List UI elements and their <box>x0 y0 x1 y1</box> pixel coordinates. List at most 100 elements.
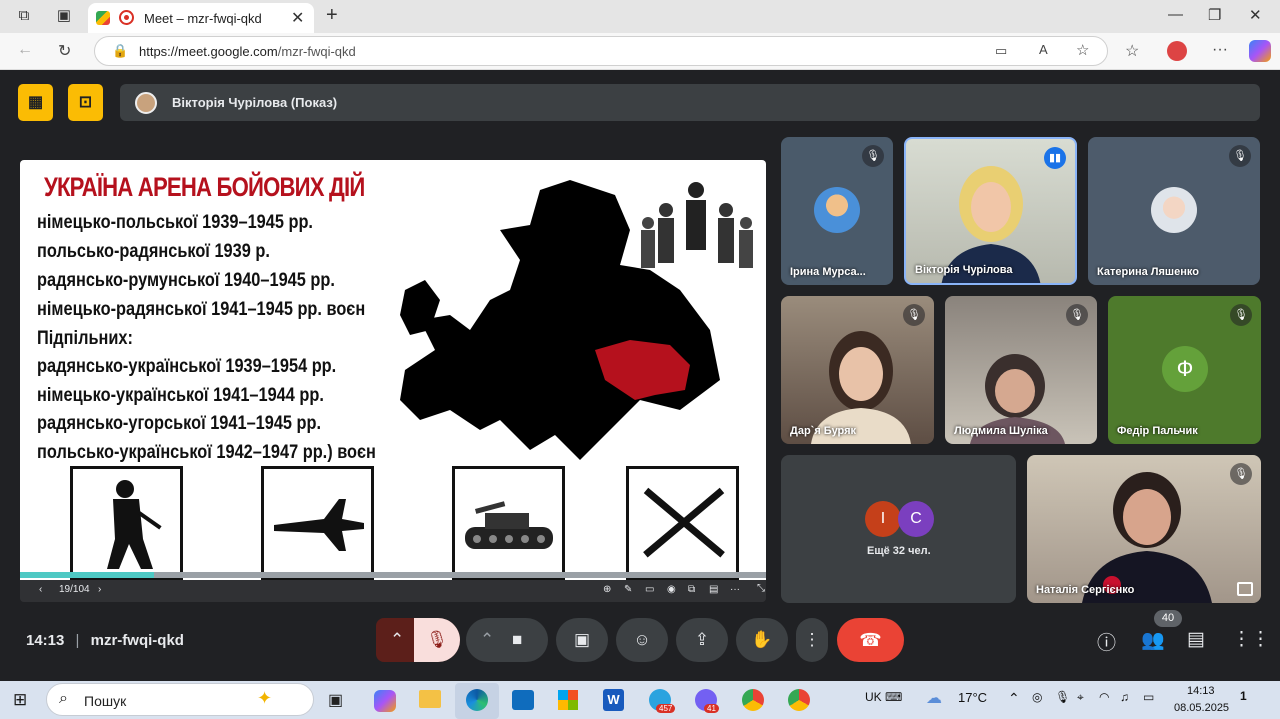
reactions-button[interactable]: ☺ <box>616 618 668 662</box>
mic-off-icon[interactable]: 🎙 <box>414 618 460 662</box>
profile-icon[interactable] <box>1167 41 1187 61</box>
file-explorer-icon[interactable] <box>419 690 441 708</box>
mic-off-icon: 🎙 <box>862 145 884 167</box>
people-icon[interactable]: 👥 <box>1141 628 1165 652</box>
viber-badge: 41 <box>704 704 719 713</box>
text-icon[interactable]: ▤ <box>709 584 718 595</box>
chrome-icon[interactable] <box>742 689 764 711</box>
battery-icon[interactable]: ▭ <box>1143 690 1154 704</box>
hide-presentation-button[interactable]: ▦ <box>18 84 53 121</box>
lock-icon[interactable]: 🔒 <box>112 43 128 59</box>
language-indicator[interactable]: UK <box>865 690 882 704</box>
edge-icon[interactable] <box>466 689 488 711</box>
tray-expand-icon[interactable]: ⌃ <box>1008 690 1020 707</box>
mic-off-icon: 🎙 <box>903 304 925 326</box>
layout-button[interactable]: ⊡ <box>68 84 103 121</box>
participant-video <box>1082 472 1212 603</box>
audio-options-button[interactable]: ⌃ 🎙 <box>376 618 460 662</box>
slide-progress-fill <box>20 572 155 578</box>
back-icon[interactable]: ← <box>17 41 33 59</box>
exit-fullscreen-icon[interactable]: ⤡ <box>757 583 765 594</box>
reload-icon[interactable]: ↻ <box>58 41 71 61</box>
avatar: С <box>898 501 934 537</box>
taskbar-date[interactable]: 08.05.2025 <box>1174 702 1229 714</box>
raise-hand-button[interactable]: ✋ <box>736 618 788 662</box>
keyboard-icon[interactable]: ⌨ <box>885 690 902 704</box>
next-slide-icon[interactable]: › <box>98 584 101 595</box>
tank-picture <box>452 466 565 580</box>
presenter-bar: Вікторія Чурілова (Показ) <box>120 84 1260 121</box>
participant-tile-3[interactable]: 🎙 Катерина Ляшенко <box>1088 137 1260 285</box>
present-button[interactable]: ⇪ <box>676 618 728 662</box>
others-count: Ещё 32 чел. <box>867 545 931 557</box>
zoom-icon[interactable]: ⊕ <box>603 584 611 595</box>
workspaces-icon[interactable]: ⧉ <box>15 7 33 25</box>
camera-options-button[interactable]: ⌃ ■ <box>466 618 548 662</box>
task-view-icon[interactable]: ▣ <box>328 690 343 710</box>
favorites-icon[interactable]: ☆ <box>1125 41 1139 61</box>
copy-icon[interactable]: ⧉ <box>688 584 695 595</box>
weather-temp[interactable]: 17°C <box>958 690 987 705</box>
slide-progress-bar <box>20 572 766 578</box>
participant-name: Вікторія Чурілова <box>915 264 1013 276</box>
video-icon[interactable]: ▭ <box>995 43 1007 59</box>
more-options-icon[interactable]: ··· <box>730 584 740 595</box>
more-icon[interactable]: ··· <box>1212 41 1228 59</box>
slide-controls: ‹ 19/104 › ⊕ ✎ ▭ ◉ ⧉ ▤ ··· ⤡ <box>20 580 766 602</box>
more-vert-icon: ⋮ <box>803 630 821 649</box>
notification-count[interactable]: 1 <box>1240 689 1247 703</box>
store-icon[interactable] <box>558 690 578 710</box>
pen-icon[interactable]: ✎ <box>624 584 632 595</box>
word-icon[interactable]: W <box>603 689 624 711</box>
copilot-taskbar-icon[interactable] <box>374 690 396 712</box>
volume-icon[interactable]: ♫ <box>1120 690 1129 704</box>
minimize-icon[interactable]: — <box>1168 6 1183 23</box>
camera-icon[interactable]: ■ <box>512 618 522 662</box>
more-options-button[interactable]: ⋮ <box>796 618 828 662</box>
participant-tile-1[interactable]: 🎙 Ірина Мурса... <box>781 137 893 285</box>
window-close-icon[interactable]: ✕ <box>1249 6 1262 24</box>
outlook-icon[interactable] <box>512 690 534 710</box>
chevron-up-icon[interactable]: ⌃ <box>390 618 404 662</box>
activities-icon[interactable]: ⋮⋮ <box>1232 628 1270 651</box>
hand-icon: ✋ <box>751 630 773 649</box>
wifi-icon[interactable]: ◠ <box>1099 690 1109 704</box>
chrome-icon-2[interactable] <box>788 689 810 711</box>
mic-tray-icon[interactable]: 🎙 <box>1055 690 1070 704</box>
taskbar-time[interactable]: 14:13 <box>1187 685 1215 697</box>
captions-icon[interactable]: ▭ <box>645 584 654 595</box>
participant-tile-4[interactable]: 🎙 Дар`я Буряк <box>781 296 934 444</box>
windows-start-icon[interactable]: ⊞ <box>13 690 27 710</box>
new-tab-icon[interactable]: + <box>326 4 338 27</box>
url-field[interactable]: 🔒 https://meet.google.com/mzr-fwqi-qkd ▭… <box>94 36 1108 66</box>
captions-button[interactable]: ▣ <box>556 618 608 662</box>
audio-icon[interactable]: ◉ <box>667 584 676 595</box>
participant-tile-5[interactable]: 🎙 Людмила Шуліка <box>945 296 1097 444</box>
tab-actions-icon[interactable]: ▣ <box>55 7 73 25</box>
location-icon[interactable]: ⌖ <box>1077 690 1084 705</box>
close-tab-icon[interactable]: ✕ <box>291 8 304 28</box>
others-tile[interactable]: І С Ещё 32 чел. <box>781 455 1016 603</box>
participant-tile-7[interactable]: 🎙 Наталія Сергієнко <box>1027 455 1261 603</box>
copilot-icon[interactable] <box>1249 40 1271 62</box>
camera-tray-icon[interactable]: ◎ <box>1032 690 1042 704</box>
participant-tile-2[interactable]: ▮▮ Вікторія Чурілова <box>904 137 1077 285</box>
slide-line-8: радянсько-угорської 1941–1945 рр. <box>37 413 322 434</box>
favorite-icon[interactable]: ☆ <box>1076 41 1089 59</box>
browser-tab-meet[interactable]: Meet – mzr-fwqi-qkd ✕ <box>88 3 314 33</box>
pip-icon[interactable] <box>1237 582 1253 596</box>
chat-icon[interactable]: ▤ <box>1187 628 1205 651</box>
participant-tile-6[interactable]: Ф 🎙 Федір Пальчик <box>1108 296 1261 444</box>
weather-icon[interactable]: ☁ <box>926 688 942 708</box>
info-icon[interactable]: ⓘ <box>1097 628 1116 655</box>
avatar <box>1151 187 1197 233</box>
taskbar-search[interactable]: ⌕ Пошук ✦ <box>46 683 314 716</box>
maximize-icon[interactable]: ❐ <box>1208 6 1221 24</box>
jet-picture <box>261 466 374 580</box>
participant-name: Наталія Сергієнко <box>1036 584 1135 596</box>
leave-call-button[interactable]: ☎ <box>837 618 904 662</box>
read-aloud-icon[interactable]: A <box>1039 42 1048 57</box>
chevron-up-icon[interactable]: ⌃ <box>480 618 494 662</box>
present-icon: ⇪ <box>694 630 710 649</box>
prev-slide-icon[interactable]: ‹ <box>39 584 42 595</box>
